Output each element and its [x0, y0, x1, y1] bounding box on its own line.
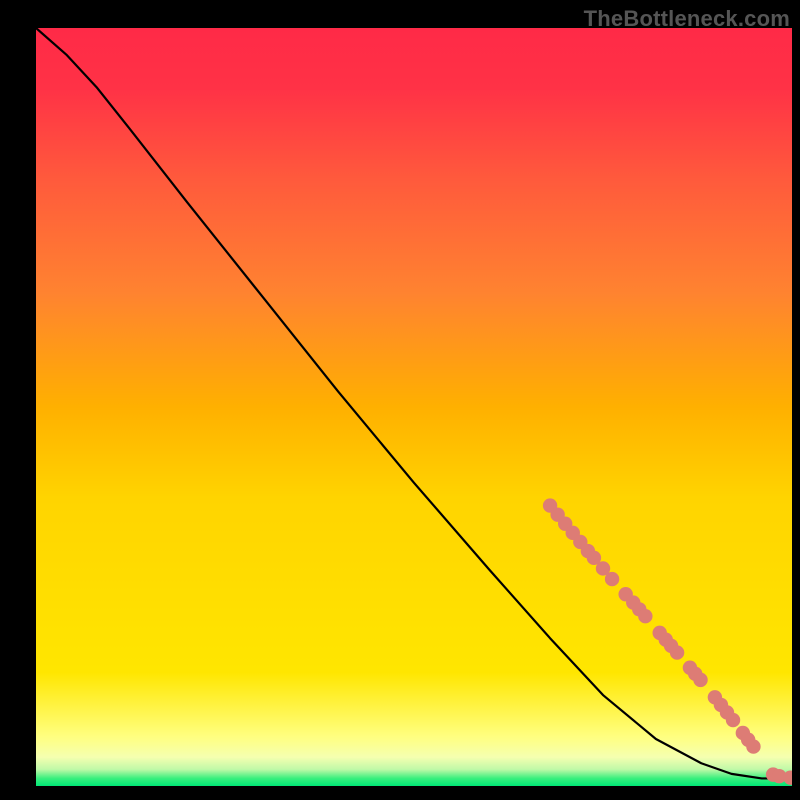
chart-frame: TheBottleneck.com: [0, 0, 800, 800]
data-dot: [746, 739, 760, 753]
plot-area: [36, 28, 792, 786]
data-dot: [726, 713, 740, 727]
data-dot: [670, 645, 684, 659]
data-dot: [693, 673, 707, 687]
plot-svg: [36, 28, 792, 786]
data-dot: [638, 609, 652, 623]
gradient-background: [36, 28, 792, 786]
watermark-text: TheBottleneck.com: [584, 6, 790, 32]
data-dot: [605, 572, 619, 586]
